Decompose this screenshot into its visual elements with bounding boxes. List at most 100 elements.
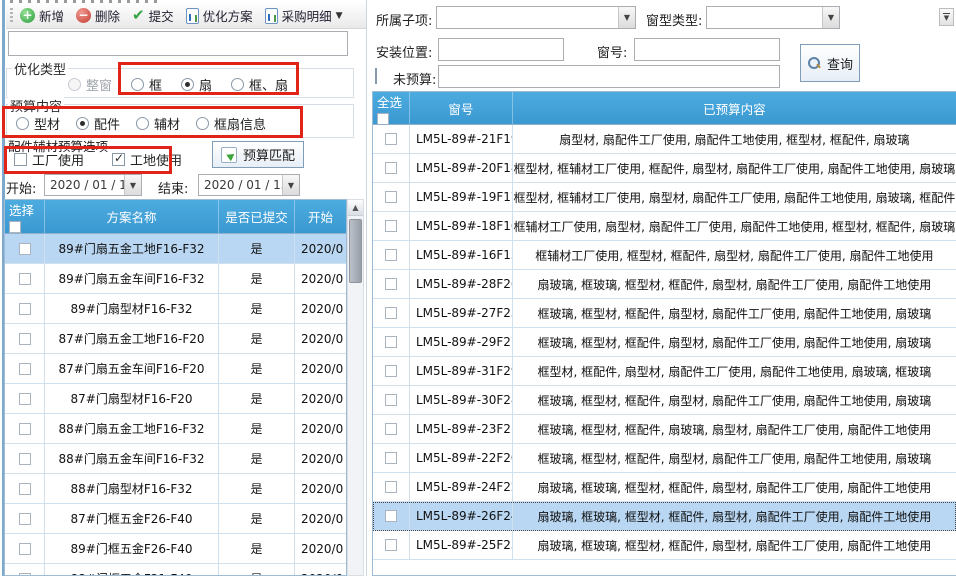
plan-table-row[interactable]: 89#门扇型材F16-F32是2020/0	[5, 294, 346, 324]
chevron-down-icon[interactable]: ▼	[124, 175, 141, 195]
row-checkbox[interactable]	[19, 513, 31, 525]
radio-icon[interactable]	[231, 78, 244, 91]
row-checkbox[interactable]	[19, 393, 31, 405]
plan-table-row[interactable]: 89#门框五金F26-F40是2020/0	[5, 534, 346, 564]
install-position-input[interactable]	[438, 38, 564, 61]
query-button[interactable]: 查询	[800, 44, 860, 82]
scrollbar-thumb[interactable]	[349, 219, 362, 283]
plan-table-row[interactable]: 89#门扇五金工地F16-F32是2020/0	[5, 234, 346, 264]
row-checkbox[interactable]	[19, 363, 31, 375]
row-checkbox[interactable]	[385, 307, 397, 319]
submit-button[interactable]: ✔ 提交	[132, 6, 174, 25]
row-checkbox[interactable]	[385, 220, 397, 232]
row-checkbox[interactable]	[385, 278, 397, 290]
budget-match-button[interactable]: 预算匹配	[212, 141, 304, 168]
row-checkbox[interactable]	[385, 249, 397, 261]
window-table-row[interactable]: LM5L-89#-22F20框玻璃, 框型材, 框配件, 扇型材, 扇配件工厂使…	[373, 444, 956, 473]
plan-table-row[interactable]: 87#门扇五金工地F16-F20是2020/0	[5, 324, 346, 354]
radio-icon[interactable]	[196, 117, 209, 130]
date-end-picker[interactable]: 2020 / 01 / 13 ▼	[198, 174, 300, 196]
row-checkbox[interactable]	[19, 483, 31, 495]
row-checkbox[interactable]	[385, 452, 397, 464]
window-table-row[interactable]: LM5L-89#-21F19扇型材, 扇配件工厂使用, 扇配件工地使用, 框型材…	[373, 125, 956, 154]
plan-table-row[interactable]: 88#门扇型材F16-F32是2020/0	[5, 474, 346, 504]
radio-icon[interactable]	[136, 117, 149, 130]
row-checkbox[interactable]	[385, 191, 397, 203]
radio-option-框、扇[interactable]: 框、扇	[231, 75, 288, 94]
row-checkbox[interactable]	[385, 510, 397, 522]
row-checkbox[interactable]	[385, 336, 397, 348]
chevron-down-icon[interactable]: ▼	[822, 7, 839, 28]
radio-icon[interactable]	[76, 117, 89, 130]
window-table-row[interactable]: LM5L-89#-19F17框型材, 框辅材工厂使用, 扇型材, 扇配件工厂使用…	[373, 183, 956, 212]
row-checkbox[interactable]	[385, 481, 397, 493]
scroll-up-arrow-icon[interactable]: ▲	[348, 200, 363, 216]
plan-table-row[interactable]: 88#门扇五金工地F16-F32是2020/0	[5, 414, 346, 444]
row-checkbox[interactable]	[19, 303, 31, 315]
row-checkbox[interactable]	[19, 543, 31, 555]
radio-option-框扇信息[interactable]: 框扇信息	[196, 114, 266, 133]
chevron-down-icon[interactable]: ▼	[282, 175, 299, 195]
window-table-row[interactable]: LM5L-89#-30F28框玻璃, 框型材, 框配件, 扇型材, 扇配件工厂使…	[373, 386, 956, 415]
window-no-header[interactable]: 窗号	[410, 92, 513, 124]
plan-table-row[interactable]: 88#门框五金F21-F40是2020/0	[5, 564, 346, 576]
plan-table-row[interactable]: 89#门扇五金车间F16-F32是2020/0	[5, 264, 346, 294]
row-checkbox[interactable]	[385, 133, 397, 145]
plan-submitted-header[interactable]: 是否已提交	[219, 200, 295, 233]
toolbar-overflow-button[interactable]: ▼	[939, 8, 954, 26]
budgeted-content-header[interactable]: 已预算内容	[513, 92, 956, 124]
window-table-row[interactable]: LM5L-89#-28F26扇玻璃, 框玻璃, 框型材, 框配件, 扇型材, 扇…	[373, 270, 956, 299]
row-checkbox[interactable]	[385, 162, 397, 174]
radio-option-整窗[interactable]: 整窗	[68, 75, 112, 94]
chevron-down-icon[interactable]: ▼	[618, 7, 635, 28]
window-table-row[interactable]: LM5L-89#-31F29框型材, 框配件, 扇型材, 扇配件工厂使用, 扇配…	[373, 357, 956, 386]
optimize-plan-button[interactable]: 优化方案	[186, 6, 253, 25]
select-all-checkbox[interactable]	[377, 113, 389, 125]
radio-option-辅材[interactable]: 辅材	[136, 114, 180, 133]
no-budget-checkbox[interactable]	[375, 68, 377, 84]
radio-icon[interactable]	[16, 117, 29, 130]
checkbox-icon[interactable]	[112, 153, 125, 166]
radio-option-框[interactable]: 框	[131, 75, 162, 94]
radio-icon[interactable]	[181, 78, 194, 91]
checkbox-option-工厂使用[interactable]: 工厂使用	[14, 150, 84, 169]
window-table-row[interactable]: LM5L-89#-23F21框玻璃, 框型材, 框配件, 扇玻璃, 扇型材, 扇…	[373, 415, 956, 444]
window-table-row[interactable]: LM5L-89#-24F22扇玻璃, 框玻璃, 框型材, 框配件, 扇型材, 扇…	[373, 473, 956, 502]
row-checkbox[interactable]	[19, 423, 31, 435]
plan-table-row[interactable]: 87#门扇型材F16-F20是2020/0	[5, 384, 346, 414]
plan-table-row[interactable]: 88#门扇五金车间F16-F32是2020/0	[5, 444, 346, 474]
add-button[interactable]: + 新增	[20, 6, 64, 25]
purchase-detail-button[interactable]: 采购明细 ▼	[265, 6, 343, 25]
window-table-row[interactable]: LM5L-89#-18F16框辅材工厂使用, 扇型材, 扇配件工厂使用, 扇配件…	[373, 212, 956, 241]
row-checkbox[interactable]	[19, 273, 31, 285]
window-table-row[interactable]: LM5L-89#-25F23扇玻璃, 框玻璃, 框型材, 框配件, 扇型材, 扇…	[373, 531, 956, 560]
row-checkbox[interactable]	[385, 539, 397, 551]
sub-item-select[interactable]: ▼	[436, 6, 636, 29]
checkbox-option-工地使用[interactable]: 工地使用	[112, 150, 182, 169]
window-table-row[interactable]: LM5L-89#-16F15框辅材工厂使用, 框型材, 框配件, 扇型材, 扇配…	[373, 241, 956, 270]
row-checkbox[interactable]	[19, 333, 31, 345]
row-checkbox[interactable]	[19, 243, 31, 255]
radio-option-配件[interactable]: 配件	[76, 114, 120, 133]
window-table-row[interactable]: LM5L-89#-26F24扇玻璃, 框玻璃, 框型材, 框配件, 扇型材, 扇…	[373, 502, 956, 531]
delete-button[interactable]: − 删除	[76, 6, 120, 25]
plan-table-scrollbar[interactable]: ▲	[347, 199, 364, 576]
row-checkbox[interactable]	[19, 453, 31, 465]
window-table-row[interactable]: LM5L-89#-20F18框型材, 框辅材工厂使用, 框配件, 扇型材, 扇配…	[373, 154, 956, 183]
row-checkbox[interactable]	[19, 573, 31, 576]
plan-name-header[interactable]: 方案名称	[45, 200, 219, 233]
select-all-checkbox[interactable]	[9, 221, 21, 233]
plan-search-input[interactable]	[8, 31, 348, 56]
window-no-input[interactable]	[634, 38, 780, 61]
window-table-row[interactable]: LM5L-89#-29F27框玻璃, 框型材, 框配件, 扇型材, 扇配件工厂使…	[373, 328, 956, 357]
row-checkbox[interactable]	[385, 365, 397, 377]
row-checkbox[interactable]	[385, 423, 397, 435]
radio-icon[interactable]	[131, 78, 144, 91]
radio-option-扇[interactable]: 扇	[181, 75, 212, 94]
no-budget-input[interactable]	[438, 65, 780, 88]
row-checkbox[interactable]	[385, 394, 397, 406]
checkbox-icon[interactable]	[14, 153, 27, 166]
window-table-row[interactable]: LM5L-89#-27F25框玻璃, 框型材, 框配件, 扇型材, 扇配件工厂使…	[373, 299, 956, 328]
date-start-picker[interactable]: 2020 / 01 / 1 ▼	[44, 174, 142, 196]
plan-table-row[interactable]: 87#门扇五金车间F16-F20是2020/0	[5, 354, 346, 384]
